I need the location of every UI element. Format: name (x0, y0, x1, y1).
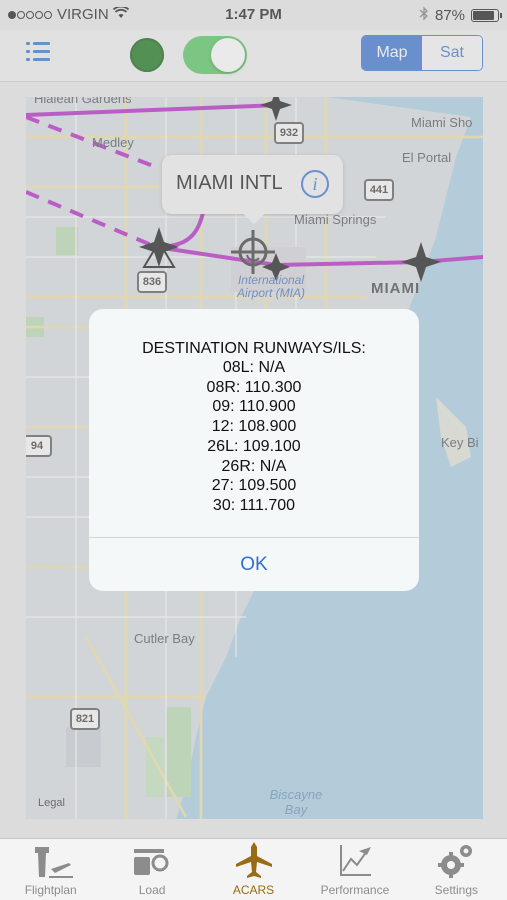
alert-title: DESTINATION RUNWAYS/ILS: (142, 340, 366, 357)
tab-acars[interactable]: ACARS (203, 839, 304, 900)
tab-performance[interactable]: Performance (304, 839, 405, 900)
alert-runway-list: 08L: N/A 08R: 110.300 09: 110.900 12: 10… (89, 358, 419, 516)
tab-label: Load (138, 883, 166, 897)
runway-line: 26L: 109.100 (207, 437, 301, 455)
runway-line: 30: 111.700 (212, 496, 296, 514)
runway-line: 26R: N/A (221, 457, 287, 475)
tab-label: Flightplan (24, 883, 77, 897)
runway-line: 27: 109.500 (211, 477, 297, 495)
tab-load[interactable]: Load (101, 839, 202, 900)
performance-chart-icon (339, 845, 371, 876)
gears-icon (438, 845, 473, 878)
runway-line: 08L: N/A (222, 359, 286, 376)
tab-bar: Flightplan Load ACARS Performance Settin… (0, 838, 507, 900)
tab-label: ACARS (232, 883, 275, 897)
runway-line: 08R: 110.300 (206, 378, 302, 396)
tab-label: Settings (434, 883, 478, 897)
control-tower-icon (34, 847, 73, 878)
tab-label: Performance (320, 883, 390, 897)
runway-line: 09: 110.900 (212, 398, 296, 416)
runway-line: 12: 108.900 (211, 418, 297, 436)
tab-flightplan[interactable]: Flightplan (0, 839, 101, 900)
cargo-loader-icon (134, 849, 169, 875)
ok-button[interactable]: OK (89, 538, 419, 591)
runways-alert: DESTINATION RUNWAYS/ILS: 08L: N/A 08R: 1… (89, 309, 419, 591)
airplane-icon (235, 842, 272, 878)
tab-settings[interactable]: Settings (406, 839, 507, 900)
